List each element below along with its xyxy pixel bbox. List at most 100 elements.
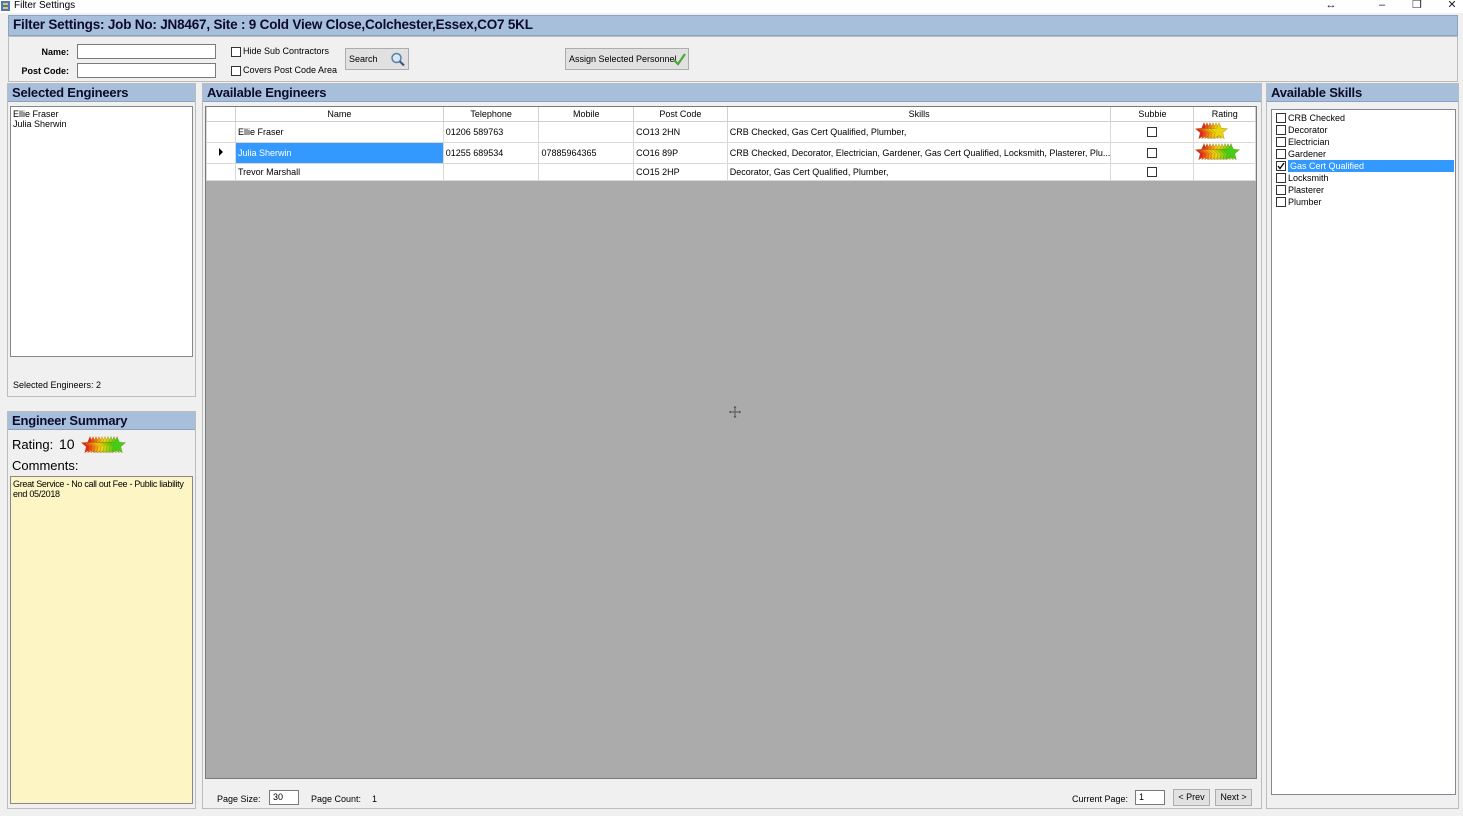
postcode-input[interactable] [77, 63, 216, 78]
assign-selected-personnel-button[interactable]: Assign Selected Personnel [565, 48, 689, 70]
selected-engineers-list[interactable]: Ellie Fraser Julia Sherwin [10, 106, 193, 357]
column-header-postcode[interactable]: Post Code [633, 107, 728, 122]
cell-skills[interactable]: Decorator, Gas Cert Qualified, Plumber, [726, 162, 1112, 181]
assign-button-label: Assign Selected Personnel [569, 54, 677, 64]
search-button[interactable]: Search [345, 48, 409, 70]
skill-item[interactable]: Locksmith [1272, 172, 1455, 184]
skill-item[interactable]: Plasterer [1272, 184, 1455, 196]
column-header-skills[interactable]: Skills [726, 107, 1112, 122]
selected-engineers-header: Selected Engineers [8, 84, 195, 102]
restore-button[interactable]: ❐ [1405, 0, 1429, 12]
close-button[interactable]: ✕ [1440, 0, 1463, 12]
selected-engineers-count-label: Selected Engineers: [13, 380, 94, 390]
rating-value: 10 [59, 436, 75, 452]
skill-checkbox[interactable] [1276, 197, 1286, 207]
cell-mobile[interactable] [538, 120, 635, 143]
list-item[interactable]: Julia Sherwin [11, 119, 192, 129]
available-engineers-header: Available Engineers [203, 84, 1261, 102]
row-header[interactable] [206, 162, 236, 181]
skill-item[interactable]: CRB Checked [1272, 112, 1455, 124]
table-row[interactable]: Trevor Marshall CO15 2HP Decorator, Gas … [206, 162, 1256, 181]
table-header-row: Name Telephone Mobile Post Code Skills S… [206, 107, 1256, 122]
row-header[interactable] [206, 141, 236, 164]
column-header-subbie[interactable]: Subbie [1110, 107, 1195, 122]
check-mark-icon [1277, 162, 1285, 170]
cell-telephone[interactable] [442, 162, 540, 181]
subbie-checkbox[interactable] [1147, 147, 1158, 158]
resize-icon[interactable]: ↔ [1319, 0, 1343, 12]
skill-item[interactable]: Decorator [1272, 124, 1455, 136]
cell-telephone[interactable]: 01255 689534 [442, 141, 540, 164]
available-skills-panel: Available Skills CRB Checked Decorator Ele… [1266, 83, 1459, 809]
cell-subbie[interactable] [1110, 141, 1195, 164]
summary-rating-stars-icon [80, 436, 135, 457]
cell-mobile[interactable] [538, 162, 635, 181]
skill-checkbox[interactable] [1276, 113, 1286, 123]
list-item[interactable]: Ellie Fraser [11, 109, 192, 119]
comments-label: Comments: [12, 458, 79, 473]
skill-item[interactable]: Gardener [1272, 148, 1455, 160]
name-input[interactable] [77, 44, 216, 59]
cell-skills[interactable]: CRB Checked, Gas Cert Qualified, Plumber… [726, 120, 1112, 143]
prev-page-button[interactable]: < Prev [1173, 789, 1210, 806]
row-header[interactable] [206, 120, 236, 143]
skill-checkbox[interactable] [1276, 125, 1286, 135]
skill-label: Plumber [1288, 197, 1322, 207]
skill-item[interactable]: Electrician [1272, 136, 1455, 148]
skill-checkbox[interactable] [1276, 137, 1286, 147]
minimize-button[interactable]: – [1370, 0, 1394, 12]
table-row[interactable]: Ellie Fraser 01206 589763 CO13 2HN CRB C… [206, 120, 1256, 143]
skill-checkbox[interactable] [1276, 161, 1286, 171]
cell-telephone[interactable]: 01206 589763 [442, 120, 540, 143]
cell-subbie[interactable] [1110, 162, 1195, 181]
current-page-label: Current Page: [1072, 794, 1129, 804]
cell-rating [1193, 162, 1256, 181]
row-header-corner [206, 107, 236, 122]
available-skills-header: Available Skills [1267, 84, 1458, 102]
cell-mobile[interactable]: 07885964365 [538, 141, 635, 164]
covers-postcode-area-label: Covers Post Code Area [243, 65, 338, 75]
current-row-arrow-icon [218, 147, 223, 156]
covers-postcode-area-checkbox[interactable] [231, 66, 241, 76]
cell-skills[interactable]: CRB Checked, Decorator, Electrician, Gar… [726, 141, 1112, 164]
page-count-label: Page Count: [311, 794, 362, 804]
selected-engineers-title: Selected Engineers [12, 85, 129, 100]
table-row[interactable]: Julia Sherwin 01255 689534 07885964365 C… [206, 141, 1256, 164]
window-title: Filter Settings [14, 0, 76, 11]
selected-engineers-panel: Selected Engineers Ellie Fraser Julia Sh… [7, 83, 196, 397]
skill-checkbox[interactable] [1276, 185, 1286, 195]
next-page-button[interactable]: Next > [1215, 789, 1252, 806]
available-engineers-title: Available Engineers [207, 85, 327, 100]
skill-item[interactable]: Plumber [1272, 196, 1455, 208]
skill-label: Gardener [1288, 149, 1327, 159]
page-size-input[interactable]: 30 [269, 790, 299, 805]
engineers-grid[interactable]: Name Telephone Mobile Post Code Skills S… [205, 106, 1257, 779]
comments-textarea[interactable]: Great Service - No call out Fee - Public… [10, 476, 193, 804]
cell-postcode[interactable]: CO15 2HP [633, 162, 728, 181]
cell-postcode[interactable]: CO13 2HN [633, 120, 728, 143]
skill-checkbox[interactable] [1276, 149, 1286, 159]
hide-sub-contractors-checkbox[interactable] [231, 47, 241, 57]
subbie-checkbox[interactable] [1147, 166, 1158, 177]
postcode-label: Post Code: [21, 66, 69, 76]
cell-rating [1193, 141, 1256, 164]
cell-subbie[interactable] [1110, 120, 1195, 143]
skill-item[interactable]: Gas Cert Qualified [1272, 160, 1455, 172]
skill-checkbox[interactable] [1276, 173, 1286, 183]
rating-stars-icon [1195, 143, 1250, 162]
column-header-name[interactable]: Name [234, 107, 444, 122]
page-count-value: 1 [372, 794, 378, 804]
subbie-checkbox[interactable] [1147, 126, 1158, 137]
magnifier-icon [391, 52, 405, 67]
skills-checklist[interactable]: CRB Checked Decorator Electrician Gardener G… [1271, 109, 1456, 795]
cell-name[interactable]: Trevor Marshall [234, 162, 444, 181]
column-header-telephone[interactable]: Telephone [442, 107, 540, 122]
column-header-rating[interactable]: Rating [1193, 107, 1256, 122]
page-title: Filter Settings: Job No: JN8467, Site : … [13, 17, 533, 32]
cell-postcode[interactable]: CO16 89P [633, 141, 728, 164]
cell-name[interactable]: Julia Sherwin [234, 141, 444, 164]
app-icon [1, 1, 10, 11]
cell-name[interactable]: Ellie Fraser [234, 120, 444, 143]
column-header-mobile[interactable]: Mobile [538, 107, 635, 122]
current-page-input[interactable]: 1 [1135, 790, 1165, 805]
